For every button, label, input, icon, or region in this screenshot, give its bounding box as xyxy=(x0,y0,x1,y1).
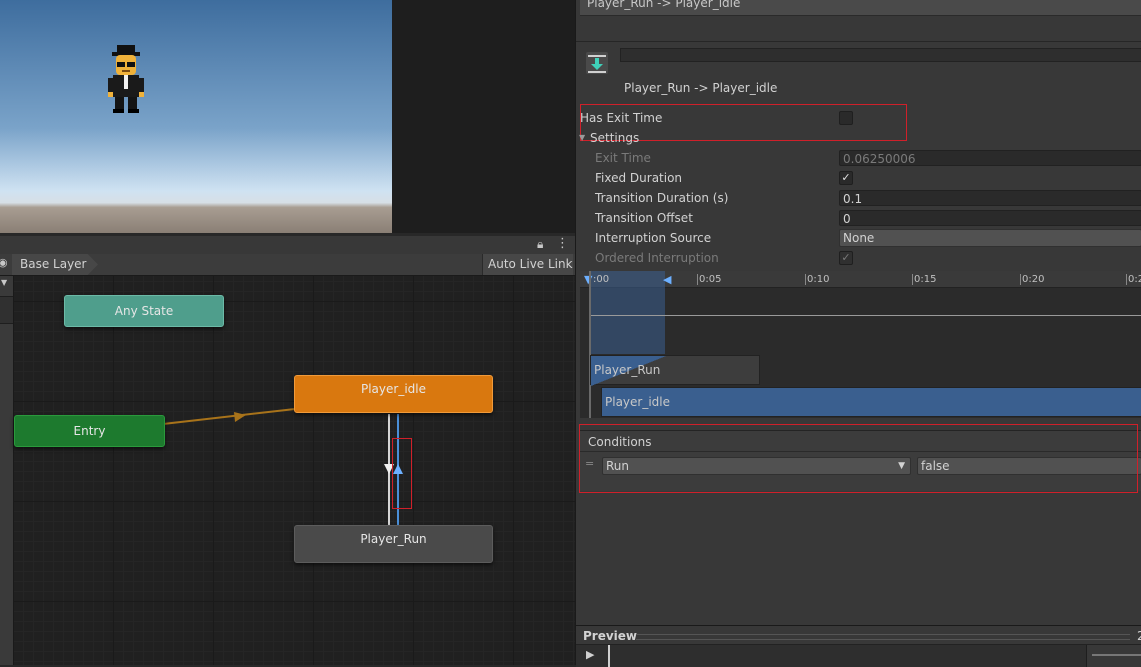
scene-side-panel xyxy=(392,0,575,233)
preview-speed-slider[interactable] xyxy=(1086,645,1141,667)
transition-icon xyxy=(586,52,608,74)
entry-transition-arrowhead xyxy=(234,412,246,422)
any-state-node[interactable]: Any State xyxy=(64,295,224,327)
animator-graph[interactable]: ▼ Any State Entry Player_idle Player_Run xyxy=(0,276,575,665)
timeline-tick-label: 0:20 xyxy=(1020,274,1045,285)
settings-foldout-icon[interactable]: ▼ xyxy=(579,133,585,142)
target-clip-label: Player_idle xyxy=(605,395,671,409)
animator-toolbar: 🔒︎ ⋮ xyxy=(0,236,575,255)
preview-panel: Preview 2 ▶ xyxy=(576,625,1141,667)
transition-duration-field[interactable]: 0.1 xyxy=(839,190,1141,206)
ordered-interruption-checkbox: ✓ xyxy=(839,251,853,265)
preview-speed-label: 2 xyxy=(1137,629,1141,643)
scene-view[interactable] xyxy=(0,0,392,233)
inspector-divider xyxy=(576,41,1141,42)
transition-arrows xyxy=(162,408,403,525)
source-clip-label: Player_Run xyxy=(594,363,661,377)
transition-duration-label: Transition Duration (s) xyxy=(595,191,729,205)
preview-toolbar: ▶ xyxy=(576,644,1141,667)
fixed-duration-label: Fixed Duration xyxy=(595,171,683,185)
transition-timeline[interactable]: ▼ ◀ :00 0:05 0:10 0:15 0:20 0:2 Player_R… xyxy=(580,271,1141,418)
exit-time-label: Exit Time xyxy=(595,151,651,165)
timeline-tick-label: 0:2 xyxy=(1126,274,1141,285)
source-clip-bar[interactable]: Player_Run xyxy=(590,355,760,386)
eye-icon[interactable]: ◉ xyxy=(0,256,8,269)
auto-live-link-button[interactable]: Auto Live Link xyxy=(482,254,573,275)
auto-live-link-label: Auto Live Link xyxy=(488,257,573,271)
entry-to-idle-transition xyxy=(162,408,296,425)
timeline-tick-label: 0:10 xyxy=(805,274,830,285)
transition-end-marker[interactable]: ◀ xyxy=(663,273,671,286)
player-run-state-node[interactable]: Player_Run xyxy=(294,525,493,563)
interruption-source-dropdown[interactable]: None xyxy=(839,229,1141,247)
exit-time-field: 0.06250006 xyxy=(839,150,1141,166)
entry-state-label: Entry xyxy=(73,424,106,438)
inspector-panel: Player_Run -> Player_idle Player_Run -> … xyxy=(575,0,1141,667)
transition-offset-label: Transition Offset xyxy=(595,211,693,225)
inspector-header-title: Player_Run -> Player_idle xyxy=(587,0,741,10)
settings-foldout-label[interactable]: Settings xyxy=(590,131,639,145)
player-idle-state-label: Player_idle xyxy=(360,382,426,396)
transition-offset-field[interactable]: 0 xyxy=(839,210,1141,226)
play-icon[interactable]: ▶ xyxy=(586,648,594,661)
player-run-state-label: Player_Run xyxy=(360,532,427,546)
transition-progress-bar xyxy=(620,48,1141,62)
animator-breadcrumb-bar: ◉ Base Layer Auto Live Link xyxy=(0,254,575,276)
timeline-tick-label: 0:15 xyxy=(912,274,937,285)
entry-state-node[interactable]: Entry xyxy=(14,415,165,447)
any-state-label: Any State xyxy=(114,304,174,318)
breadcrumb-label: Base Layer xyxy=(20,257,87,271)
lock-icon[interactable]: 🔒︎ xyxy=(537,237,543,252)
preview-header-grip xyxy=(636,634,1130,640)
inspector-header: Player_Run -> Player_idle xyxy=(580,0,1141,16)
ordered-interruption-label: Ordered Interruption xyxy=(595,251,719,265)
breadcrumb-base-layer[interactable]: Base Layer xyxy=(12,254,98,275)
conditions-highlight xyxy=(579,424,1138,493)
more-options-icon[interactable]: ⋮ xyxy=(556,236,569,251)
timeline-tick-label: :00 xyxy=(593,274,610,285)
transition-icon-graphic xyxy=(588,55,606,73)
player-character-sprite xyxy=(108,45,144,113)
preview-speed-track xyxy=(1092,654,1141,656)
preview-label: Preview xyxy=(583,629,638,643)
transition-name: Player_Run -> Player_idle xyxy=(624,81,778,95)
selected-transition-highlight xyxy=(392,438,412,509)
fixed-duration-checkbox[interactable]: ✓ xyxy=(839,171,853,185)
interruption-source-label: Interruption Source xyxy=(595,231,712,245)
player-idle-state-node[interactable]: Player_idle xyxy=(294,375,493,413)
timeline-curve-line xyxy=(590,315,1141,316)
timeline-playhead xyxy=(589,271,591,418)
preview-scrubber xyxy=(608,645,610,667)
timeline-tick-label: 0:05 xyxy=(697,274,722,285)
target-clip-bar[interactable]: Player_idle xyxy=(601,387,1141,417)
